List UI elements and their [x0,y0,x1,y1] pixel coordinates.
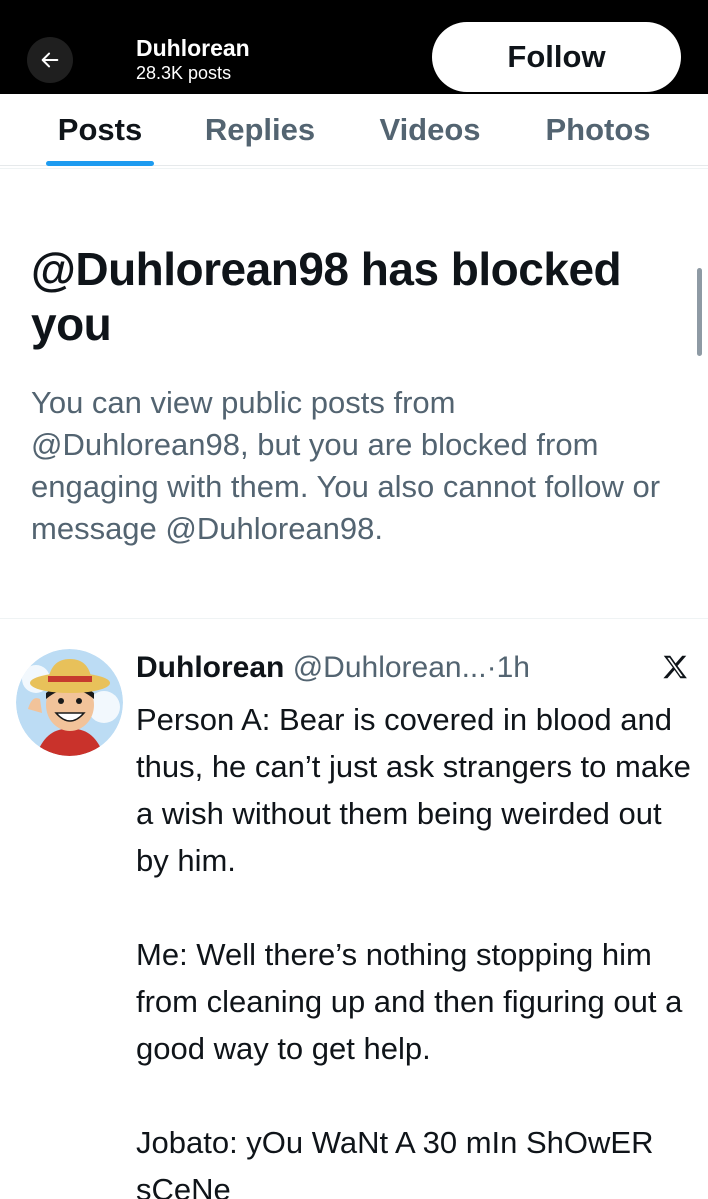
back-arrow-icon [41,52,59,68]
tab-videos[interactable]: Videos [369,94,491,166]
x-logo-icon [663,655,687,679]
blocked-title: @Duhlorean98 has blocked you [31,243,622,350]
follow-button[interactable]: Follow [432,22,681,92]
tab-photos[interactable]: Photos [535,94,661,166]
post-time[interactable]: 1h [497,651,530,684]
profile-header: Duhlorean 28.3K posts Follow [0,0,708,94]
post-separator: · [486,651,497,684]
post-text: Person A: Bear is covered in blood and t… [136,696,696,1199]
divider [0,618,708,619]
profile-tabs: Posts Replies Videos Photos [0,94,708,166]
divider [0,168,708,169]
tab-posts[interactable]: Posts [46,94,154,166]
post-paragraph: Person A: Bear is covered in blood and t… [136,702,691,878]
tab-replies[interactable]: Replies [196,94,324,166]
post-author-name[interactable]: Duhlorean [136,651,284,684]
blocked-description: You can view public posts from @Duhlorea… [31,385,661,546]
post-author-handle[interactable]: @Duhlorean... [293,651,487,684]
profile-name: Duhlorean [136,35,250,61]
post-count: 28.3K posts [136,63,232,83]
avatar[interactable] [16,649,123,756]
post-paragraph: Me: Well there’s nothing stopping him fr… [136,937,683,1066]
scrollbar[interactable] [697,268,702,356]
active-tab-indicator [46,161,154,166]
post-header: Duhlorean @Duhlorean...·1h [136,648,530,688]
back-button[interactable] [27,37,73,83]
post-paragraph: Jobato: yOu WaNt A 30 mIn ShOwER sCeNe [136,1125,654,1199]
